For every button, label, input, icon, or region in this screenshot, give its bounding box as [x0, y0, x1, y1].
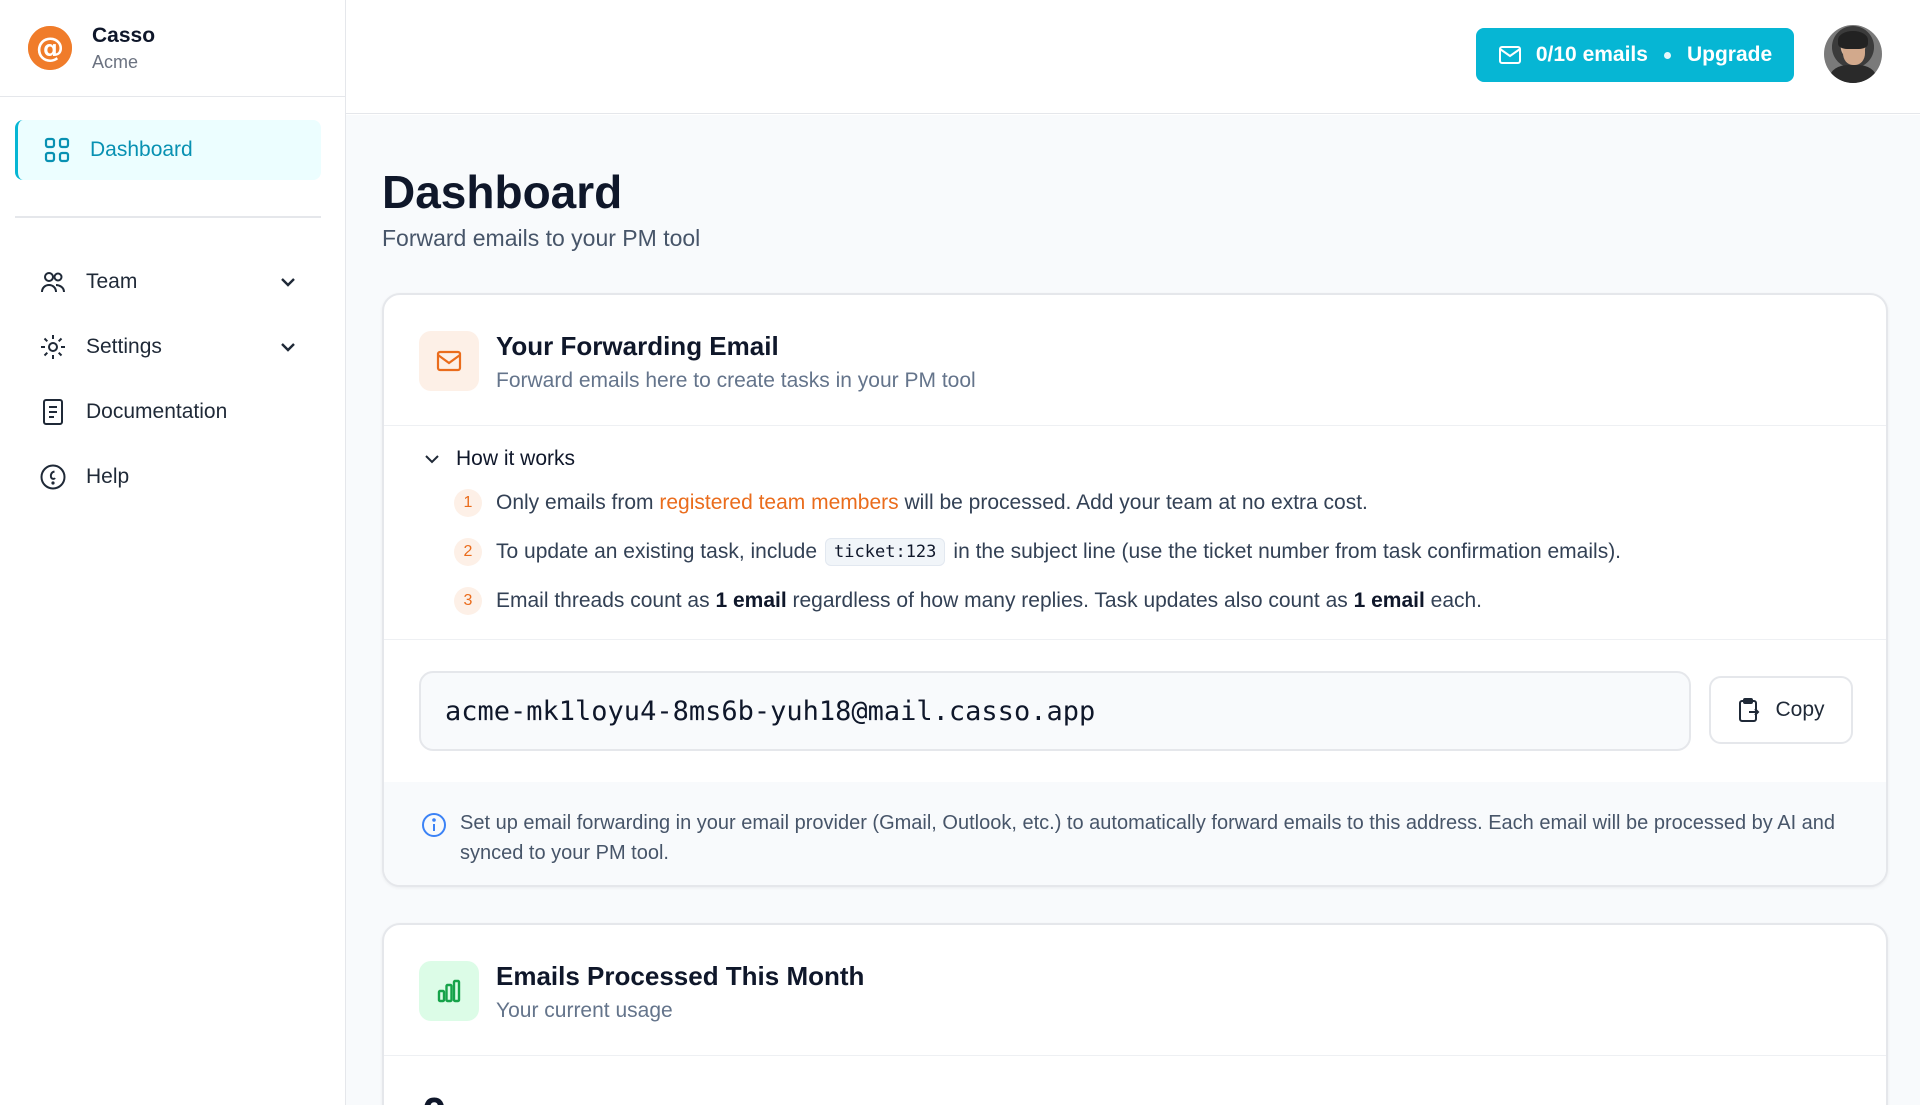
sidebar-divider	[15, 216, 321, 218]
emails-processed-count: 0	[422, 1089, 446, 1105]
forwarding-email-row: acme-mk1loyu4-8ms6b-yuh18@mail.casso.app…	[384, 641, 1886, 781]
card-title: Your Forwarding Email	[496, 331, 779, 361]
user-avatar[interactable]	[1824, 25, 1882, 83]
clipboard-copy-icon	[1739, 698, 1760, 722]
main-content: Dashboard Forward emails to your PM tool…	[346, 115, 1920, 1105]
brand-text: Casso Acme	[92, 24, 155, 73]
card-subtitle: Forward emails here to create tasks in y…	[496, 369, 976, 392]
users-icon	[38, 267, 68, 297]
step-text: Email threads count as	[496, 589, 716, 612]
separator-dot	[1663, 51, 1671, 59]
how-it-works-toggle[interactable]: How it works	[422, 447, 575, 471]
card-header: Your Forwarding Email Forward emails her…	[384, 295, 1886, 426]
page-subtitle: Forward emails to your PM tool	[382, 225, 701, 251]
card-header: Emails Processed This Month Your current…	[384, 925, 1886, 1056]
page-title: Dashboard	[382, 166, 623, 218]
copy-button[interactable]: Copy	[1709, 676, 1853, 744]
avatar-body	[1830, 65, 1876, 83]
step-text: each.	[1424, 589, 1483, 612]
org-name: Acme	[92, 51, 139, 72]
step-text: To update an existing task, include	[496, 540, 818, 563]
card-subtitle: Your current usage	[496, 999, 673, 1022]
sidebar-item-settings[interactable]: Settings	[38, 327, 300, 367]
casso-logo-icon: @	[28, 26, 72, 70]
grid-icon	[44, 137, 70, 163]
document-icon	[38, 397, 68, 427]
ticket-code-chip: ticket:123	[825, 538, 946, 566]
upgrade-label: Upgrade	[1686, 43, 1773, 66]
sidebar-item-label: Settings	[86, 335, 162, 358]
info-icon	[422, 813, 446, 837]
step-item: 2 To update an existing task, include ti…	[454, 538, 1621, 566]
bar-chart-icon	[419, 961, 479, 1021]
step-bold-text: 1 email	[1353, 589, 1425, 612]
sidebar-item-documentation[interactable]: Documentation	[38, 392, 300, 432]
how-it-works-section: How it works 1 Only emails from register…	[384, 427, 1886, 640]
upgrade-button[interactable]: 0/10 emails Upgrade	[1476, 28, 1794, 82]
avatar-hair	[1838, 31, 1868, 49]
sidebar-item-label: Help	[86, 465, 130, 488]
chevron-down-icon[interactable]	[276, 270, 300, 294]
brand-name: Casso	[92, 23, 156, 47]
step-text: regardless of how many replies. Task upd…	[786, 589, 1354, 612]
forwarding-email-card: Your Forwarding Email Forward emails her…	[382, 293, 1888, 887]
step-number: 3	[454, 587, 482, 615]
info-notice: Set up email forwarding in your email pr…	[384, 782, 1886, 885]
chevron-down-icon	[425, 455, 439, 464]
sidebar-item-help[interactable]: Help	[38, 457, 300, 497]
emails-processed-card: Emails Processed This Month Your current…	[382, 923, 1888, 1105]
forwarding-email-field[interactable]: acme-mk1loyu4-8ms6b-yuh18@mail.casso.app	[419, 671, 1691, 751]
mail-icon	[419, 331, 479, 391]
sidebar-item-label: Documentation	[86, 400, 228, 423]
card-title: Emails Processed This Month	[496, 961, 865, 991]
how-it-works-label: How it works	[456, 447, 576, 470]
sidebar-item-label: Dashboard	[90, 138, 193, 161]
brand-header[interactable]: @ Casso Acme	[0, 0, 345, 97]
step-number: 2	[454, 538, 482, 566]
step-item: 3 Email threads count as 1 email regardl…	[454, 587, 1482, 615]
top-bar: 0/10 emails Upgrade	[346, 0, 1920, 114]
email-usage-count: 0/10 emails	[1535, 43, 1648, 66]
copy-label: Copy	[1775, 698, 1825, 721]
help-circle-icon	[38, 462, 68, 492]
step-item: 1 Only emails from registered team membe…	[454, 489, 1368, 517]
registered-team-members-link[interactable]: registered team members	[659, 491, 898, 515]
mail-icon	[1498, 46, 1521, 64]
sidebar-item-label: Team	[86, 270, 138, 293]
svg-text:@: @	[36, 31, 64, 64]
gear-icon	[38, 332, 68, 362]
step-text: Only emails from	[496, 491, 660, 514]
step-number: 1	[454, 489, 482, 517]
step-bold-text: 1 email	[715, 589, 787, 612]
step-text: in the subject line (use the ticket numb…	[953, 540, 1622, 563]
sidebar: @ Casso Acme Dashboard Team Settings Doc…	[0, 0, 346, 1105]
sidebar-item-dashboard[interactable]: Dashboard	[15, 120, 321, 180]
chevron-down-icon[interactable]	[276, 335, 300, 359]
info-text: Set up email forwarding in your email pr…	[460, 812, 1836, 864]
sidebar-item-team[interactable]: Team	[38, 262, 300, 302]
step-text: will be processed. Add your team at no e…	[898, 491, 1368, 514]
